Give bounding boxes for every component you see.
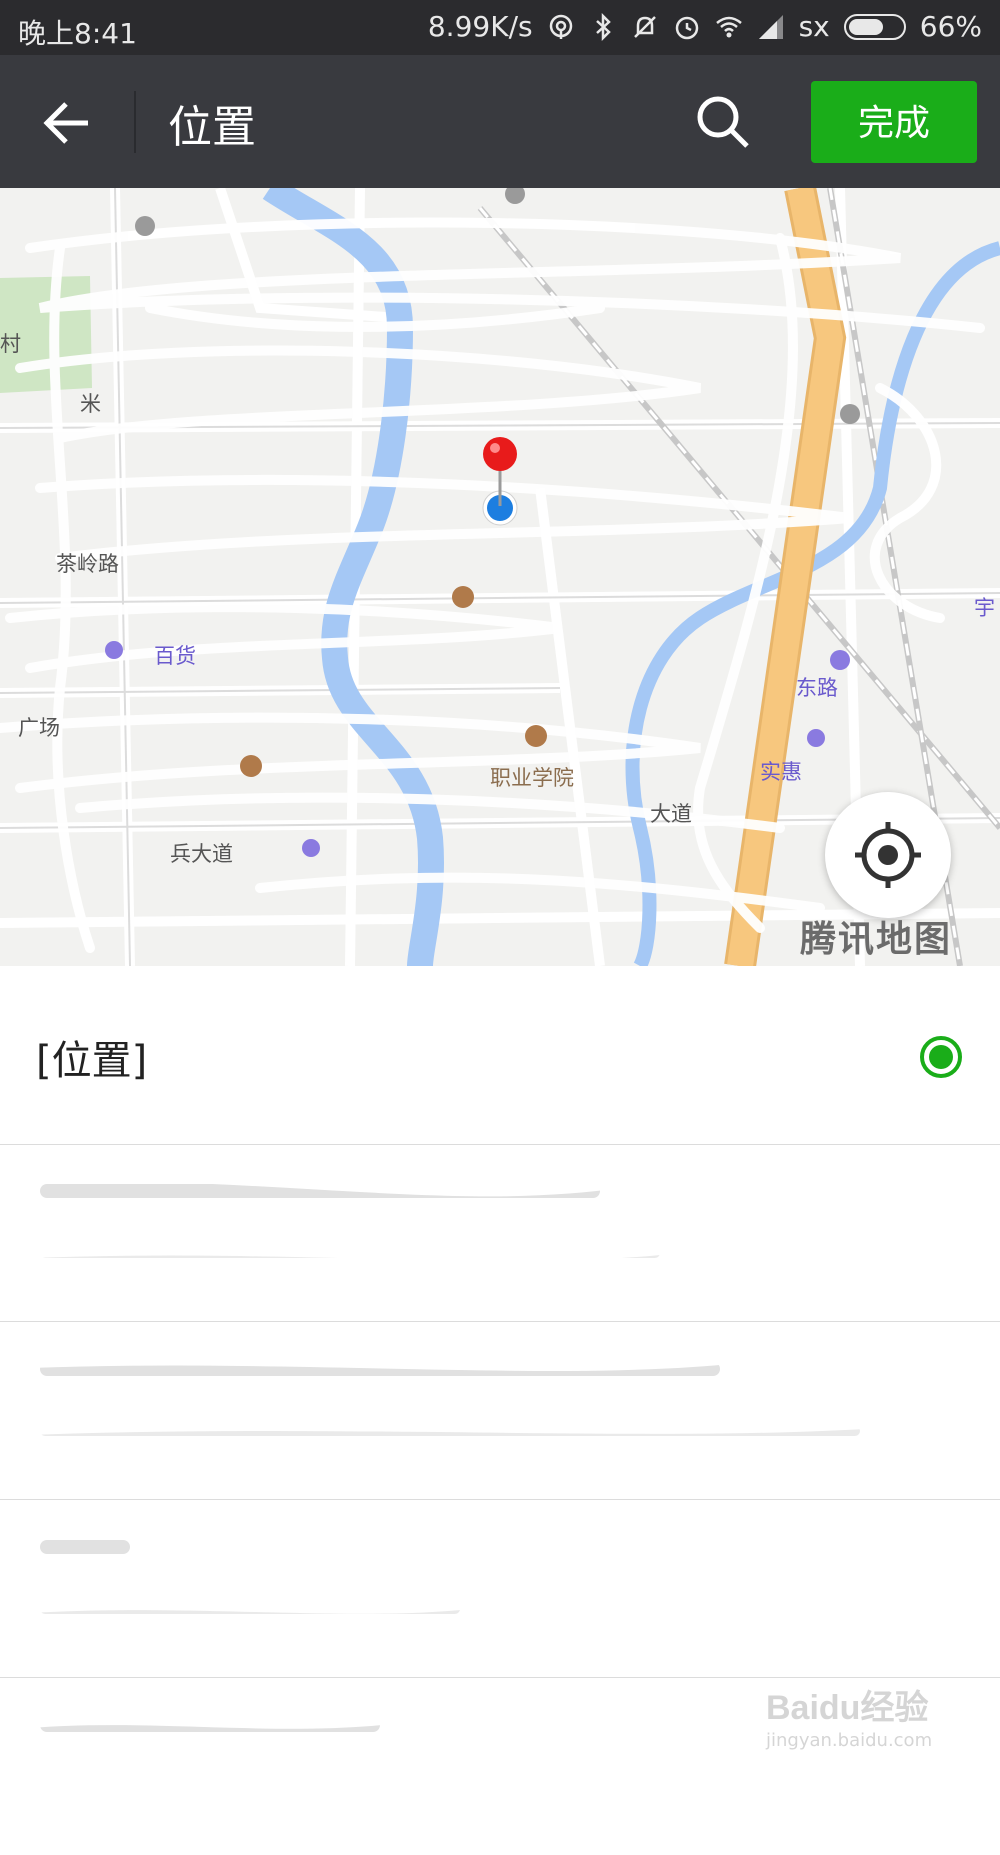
mute-icon bbox=[633, 15, 656, 38]
carrier-label: sx bbox=[798, 10, 830, 43]
baidu-watermark: Baidu经验 jingyan.baidu.com bbox=[766, 1680, 966, 1760]
page-title: 位置 bbox=[168, 102, 256, 153]
location-list: [位置] bbox=[0, 966, 1000, 1778]
battery-icon bbox=[843, 13, 906, 40]
map-label-road-mi: 米 bbox=[80, 392, 101, 416]
watermark-url: jingyan.baidu.com bbox=[766, 1730, 933, 1751]
map-label-square: 广场 bbox=[18, 716, 60, 740]
title-divider bbox=[134, 91, 136, 153]
signal-icon bbox=[758, 14, 783, 39]
list-item[interactable] bbox=[0, 1144, 1000, 1322]
list-item[interactable] bbox=[0, 1500, 1000, 1678]
map-label-avenue: 大道 bbox=[650, 802, 692, 826]
list-item[interactable] bbox=[0, 1322, 1000, 1500]
back-arrow-icon[interactable] bbox=[30, 85, 106, 161]
wifi-icon bbox=[715, 16, 742, 37]
battery-level bbox=[848, 18, 883, 35]
map-label-bing-avenue: 兵大道 bbox=[170, 842, 233, 866]
battery-percent: 66% bbox=[919, 10, 982, 43]
map-label-tealing-road: 茶岭路 bbox=[56, 552, 119, 576]
bluetooth-icon bbox=[595, 12, 611, 41]
current-location-label: [位置] bbox=[36, 1038, 148, 1084]
locate-target-icon bbox=[855, 822, 921, 888]
watermark-brand: Baidu经验 bbox=[766, 1689, 929, 1727]
status-time: 晚上8:41 bbox=[18, 17, 137, 50]
map-provider-logo: 腾讯地图 bbox=[800, 919, 953, 960]
title-bar: 位置 完成 bbox=[0, 55, 1000, 188]
map-label-college: 职业学院 bbox=[490, 766, 574, 790]
map-label-yu: 宇 bbox=[974, 596, 995, 620]
map-label-east-road: 东路 bbox=[796, 676, 838, 700]
map-label-shihui: 实惠 bbox=[760, 760, 802, 784]
list-item-current-location[interactable]: [位置] bbox=[0, 966, 1000, 1145]
map-label-village: 村 bbox=[0, 332, 21, 356]
hotspot-icon bbox=[549, 14, 572, 39]
map-view[interactable]: 村 米 茶岭路 百货 广场 职业学院 实惠 东路 大道 兵大道 宇 腾讯地图 bbox=[0, 188, 1000, 966]
map-label-dept-store: 百货 bbox=[154, 644, 196, 668]
locate-me-button[interactable] bbox=[825, 792, 951, 918]
done-button[interactable]: 完成 bbox=[811, 81, 977, 163]
alarm-icon bbox=[675, 16, 698, 39]
search-icon[interactable] bbox=[690, 89, 756, 155]
status-bar: 晚上8:41 8.99K/s sx 66% bbox=[0, 0, 1000, 55]
network-speed: 8.99K/s bbox=[427, 10, 533, 43]
status-indicators: 8.99K/s sx 66% bbox=[428, 10, 982, 43]
selected-radio-icon bbox=[920, 1036, 962, 1078]
